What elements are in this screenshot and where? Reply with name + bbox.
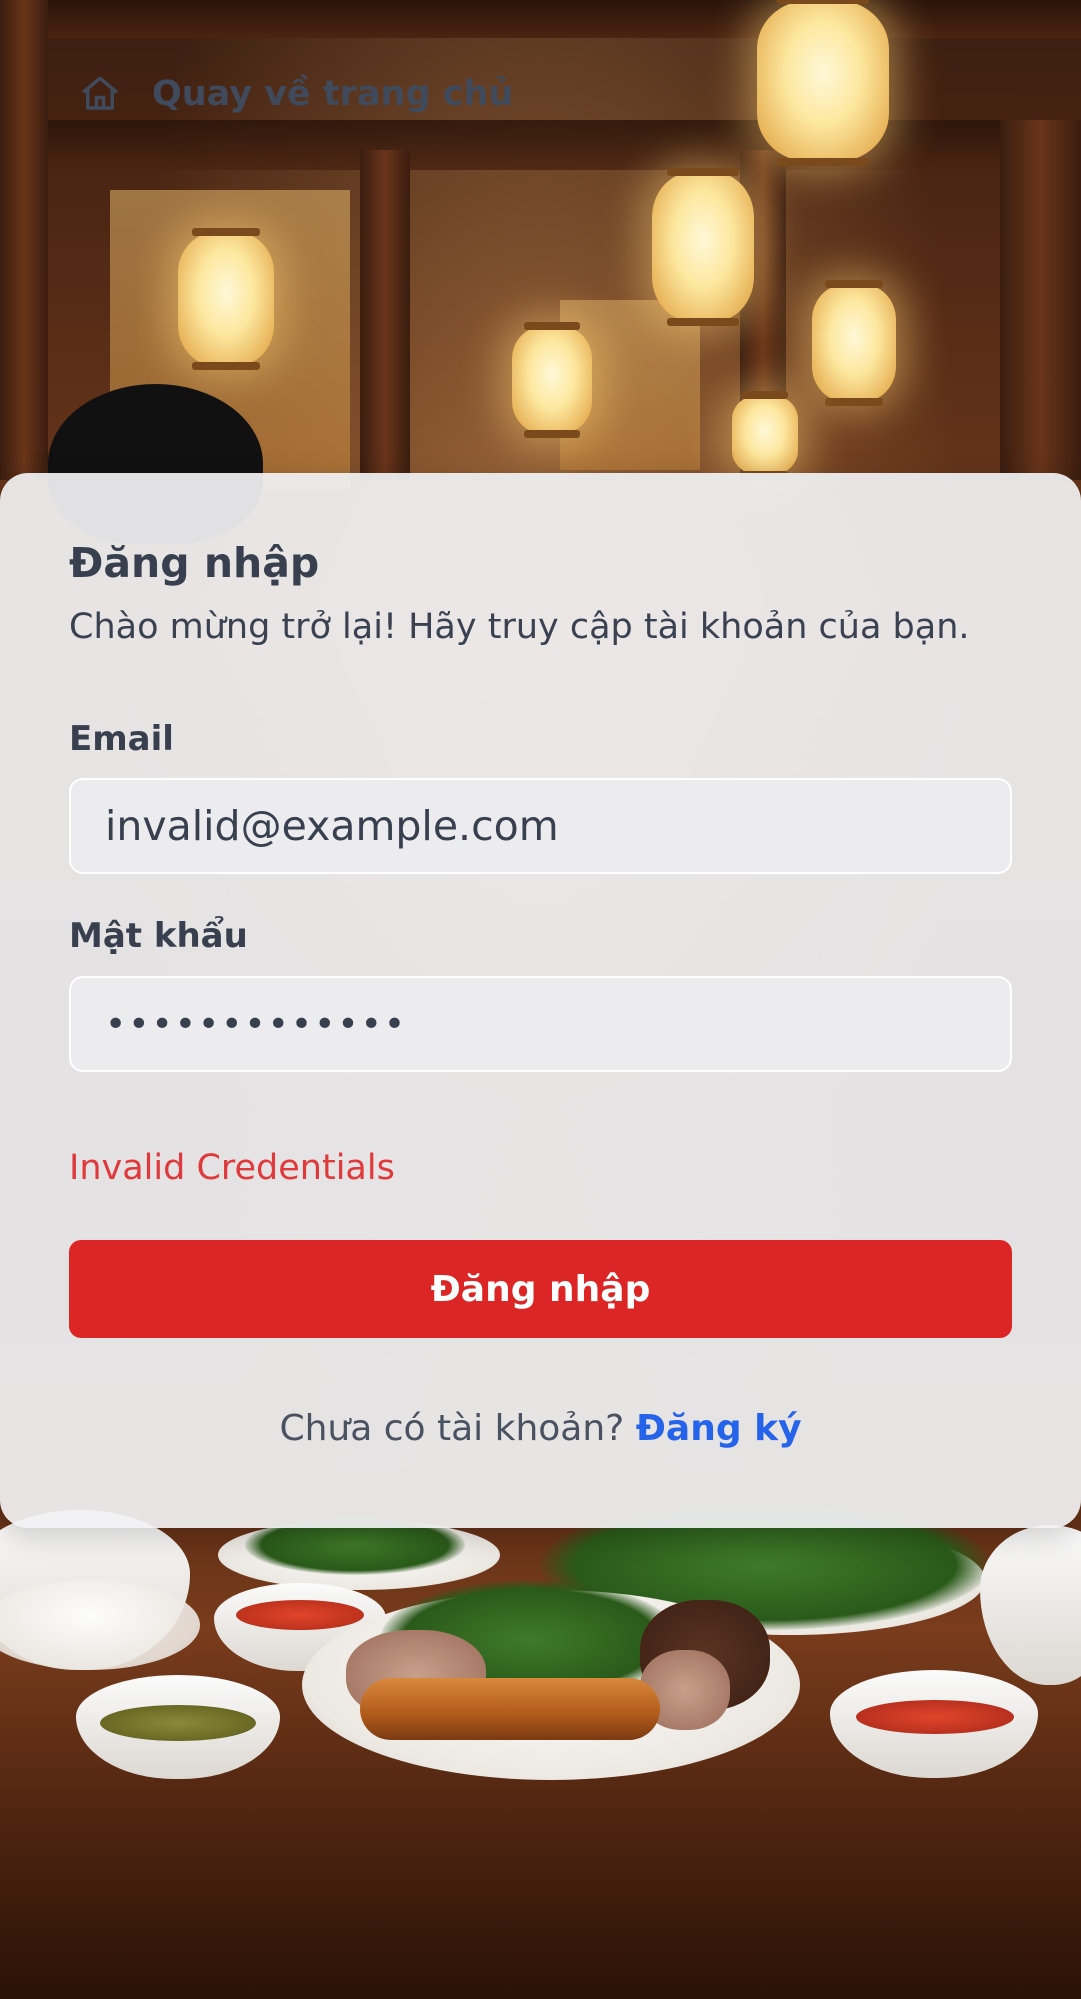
password-label: Mật khẩu <box>69 916 248 956</box>
error-message: Invalid Credentials <box>69 1148 395 1188</box>
home-icon <box>78 72 122 116</box>
register-prompt: Chưa có tài khoản? Đăng ký <box>0 1408 1081 1449</box>
register-link[interactable]: Đăng ký <box>636 1408 802 1449</box>
password-field[interactable] <box>69 976 1012 1072</box>
page-subtitle: Chào mừng trở lại! Hãy truy cập tài khoả… <box>69 607 970 647</box>
back-home-label: Quay về trang chủ <box>152 74 514 114</box>
email-field[interactable] <box>69 778 1012 874</box>
no-account-text: Chưa có tài khoản? <box>279 1408 625 1449</box>
back-home-link[interactable]: Quay về trang chủ <box>78 66 513 122</box>
email-label: Email <box>69 719 174 759</box>
login-button[interactable]: Đăng nhập <box>69 1240 1012 1338</box>
login-card: Đăng nhập Chào mừng trở lại! Hãy truy cậ… <box>0 473 1081 1528</box>
page-title: Đăng nhập <box>69 539 320 587</box>
